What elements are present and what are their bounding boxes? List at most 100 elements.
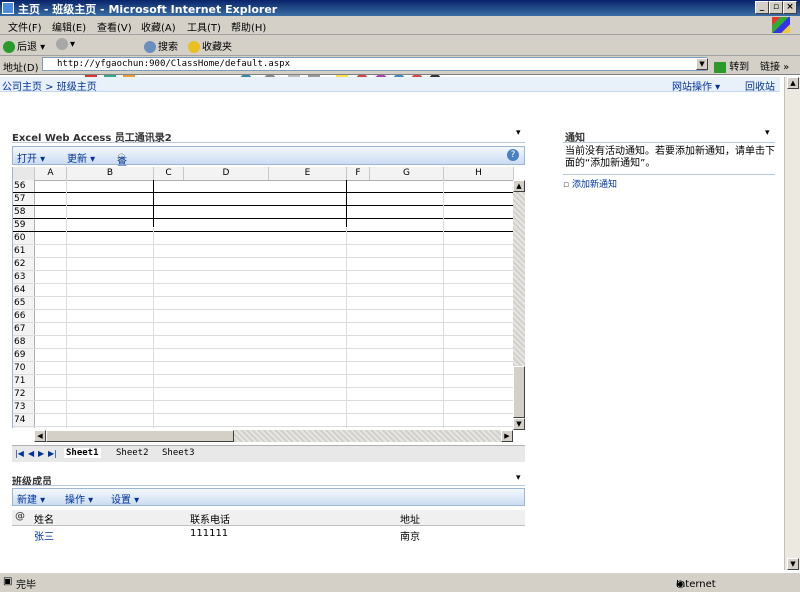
favorites-button[interactable]: 收藏夹: [188, 38, 232, 53]
menu-help[interactable]: 帮助(H): [231, 19, 266, 34]
row-header[interactable]: 65: [13, 297, 35, 309]
grid-horizontal-scrollbar[interactable]: ◀ ▶: [34, 430, 513, 442]
grid-row[interactable]: 67: [13, 323, 514, 336]
go-button[interactable]: 转到: [714, 58, 749, 73]
minimize-button[interactable]: _: [755, 1, 769, 14]
row-header[interactable]: 67: [13, 323, 35, 335]
sheet-nav-next[interactable]: ▶: [38, 449, 44, 458]
col-header-h[interactable]: H: [444, 167, 514, 180]
grid-row[interactable]: 70: [13, 362, 514, 375]
grid-row[interactable]: 68: [13, 336, 514, 349]
col-phone[interactable]: 联系电话: [190, 511, 230, 526]
menu-file[interactable]: 文件(F): [8, 19, 42, 34]
grid-row[interactable]: 65: [13, 297, 514, 310]
grid-row[interactable]: 71: [13, 375, 514, 388]
grid-row[interactable]: 56: [13, 180, 514, 193]
page-scroll-down[interactable]: ▼: [787, 558, 799, 570]
notice-menu-arrow-icon[interactable]: ▾: [765, 128, 770, 138]
scroll-up-button[interactable]: ▲: [513, 180, 525, 192]
grid-vertical-scrollbar[interactable]: ▲ ▼: [513, 180, 525, 430]
add-notice-link[interactable]: ▫ 添加新通知: [563, 177, 617, 190]
col-header-e[interactable]: E: [269, 167, 347, 180]
site-actions-menu[interactable]: 网站操作 ▾: [672, 78, 720, 93]
row-header[interactable]: 70: [13, 362, 35, 374]
menu-view[interactable]: 查看(V): [97, 19, 132, 34]
grid-row[interactable]: 74: [13, 414, 514, 427]
grid-row[interactable]: 59: [13, 219, 514, 232]
breadcrumb[interactable]: 公司主页 > 班级主页: [2, 78, 97, 93]
grid-row[interactable]: 73: [13, 401, 514, 414]
menu-edit[interactable]: 编辑(E): [52, 19, 86, 34]
scroll-right-button[interactable]: ▶: [501, 430, 513, 442]
grid-row[interactable]: 66: [13, 310, 514, 323]
help-icon[interactable]: ?: [507, 149, 519, 161]
sheet-nav-last[interactable]: ▶|: [48, 449, 57, 458]
grid-row[interactable]: 57: [13, 193, 514, 206]
grid-row[interactable]: 63: [13, 271, 514, 284]
ewa-update-menu[interactable]: 更新 ▾: [67, 150, 95, 165]
row-header[interactable]: 63: [13, 271, 35, 283]
col-header-b[interactable]: B: [67, 167, 154, 180]
row-header[interactable]: 68: [13, 336, 35, 348]
vertical-scroll-thumb[interactable]: [513, 366, 525, 418]
grid-row[interactable]: 58: [13, 206, 514, 219]
grid-row[interactable]: 62: [13, 258, 514, 271]
row-header[interactable]: 73: [13, 401, 35, 413]
row-header[interactable]: 71: [13, 375, 35, 387]
close-button[interactable]: ×: [783, 1, 797, 14]
page-scroll-up[interactable]: ▲: [787, 77, 799, 89]
sheet-nav-prev[interactable]: ◀: [28, 449, 34, 458]
spreadsheet-grid[interactable]: A B C D E F G H 56 57 58 59 60 61 62 63 64 65 66 67…: [12, 167, 514, 428]
grid-row[interactable]: 64: [13, 284, 514, 297]
row-header[interactable]: 59: [13, 219, 35, 231]
row-header[interactable]: 57: [13, 193, 35, 205]
row-header[interactable]: 61: [13, 245, 35, 257]
col-name[interactable]: 姓名: [34, 511, 54, 526]
address-input[interactable]: http://yfgaochun:900/ClassHome/default.a…: [42, 57, 707, 71]
col-header-c[interactable]: C: [154, 167, 184, 180]
menu-favorites[interactable]: 收藏(A): [141, 19, 176, 34]
ewa-menu-arrow-icon[interactable]: ▾: [516, 128, 521, 138]
grid-row[interactable]: 72: [13, 388, 514, 401]
scroll-left-button[interactable]: ◀: [34, 430, 46, 442]
sheet-tab-1[interactable]: Sheet1: [64, 448, 101, 458]
address-dropdown-button[interactable]: ▼: [696, 58, 708, 70]
settings-menu[interactable]: 设置 ▾: [111, 491, 139, 506]
row-header[interactable]: 75: [13, 427, 35, 428]
sheet-tab-3[interactable]: Sheet3: [162, 448, 195, 458]
row-header[interactable]: 66: [13, 310, 35, 322]
page-vertical-scrollbar[interactable]: ▲ ▼: [784, 77, 800, 570]
forward-button[interactable]: ▾: [56, 38, 75, 50]
col-header-g[interactable]: G: [370, 167, 444, 180]
grid-row[interactable]: 69: [13, 349, 514, 362]
col-header-f[interactable]: F: [347, 167, 370, 180]
maximize-button[interactable]: ▫: [769, 1, 783, 14]
members-menu-arrow-icon[interactable]: ▾: [516, 473, 521, 483]
grid-row[interactable]: 60: [13, 232, 514, 245]
search-button[interactable]: 搜索: [144, 38, 178, 53]
row-header[interactable]: 69: [13, 349, 35, 361]
select-all-corner[interactable]: [13, 167, 35, 180]
menu-tools[interactable]: 工具(T): [187, 19, 221, 34]
ewa-open-menu[interactable]: 打开 ▾: [17, 150, 45, 165]
row-header[interactable]: 56: [13, 180, 35, 192]
row-header[interactable]: 58: [13, 206, 35, 218]
new-menu[interactable]: 新建 ▾: [17, 491, 45, 506]
row-header[interactable]: 72: [13, 388, 35, 400]
recycle-bin-link[interactable]: 回收站: [745, 78, 775, 93]
row-header[interactable]: 74: [13, 414, 35, 426]
col-address[interactable]: 地址: [400, 511, 420, 526]
links-button[interactable]: 链接 »: [760, 58, 789, 73]
row-header[interactable]: 62: [13, 258, 35, 270]
row-header[interactable]: 60: [13, 232, 35, 244]
col-header-d[interactable]: D: [184, 167, 269, 180]
horizontal-scroll-thumb[interactable]: [46, 430, 234, 442]
sheet-nav-first[interactable]: |◀: [15, 449, 24, 458]
row-header[interactable]: 64: [13, 284, 35, 296]
col-header-a[interactable]: A: [35, 167, 67, 180]
actions-menu[interactable]: 操作 ▾: [65, 491, 93, 506]
sheet-tab-2[interactable]: Sheet2: [116, 448, 149, 458]
scroll-down-button[interactable]: ▼: [513, 418, 525, 430]
member-name[interactable]: 张三: [34, 528, 54, 543]
grid-row[interactable]: 61: [13, 245, 514, 258]
